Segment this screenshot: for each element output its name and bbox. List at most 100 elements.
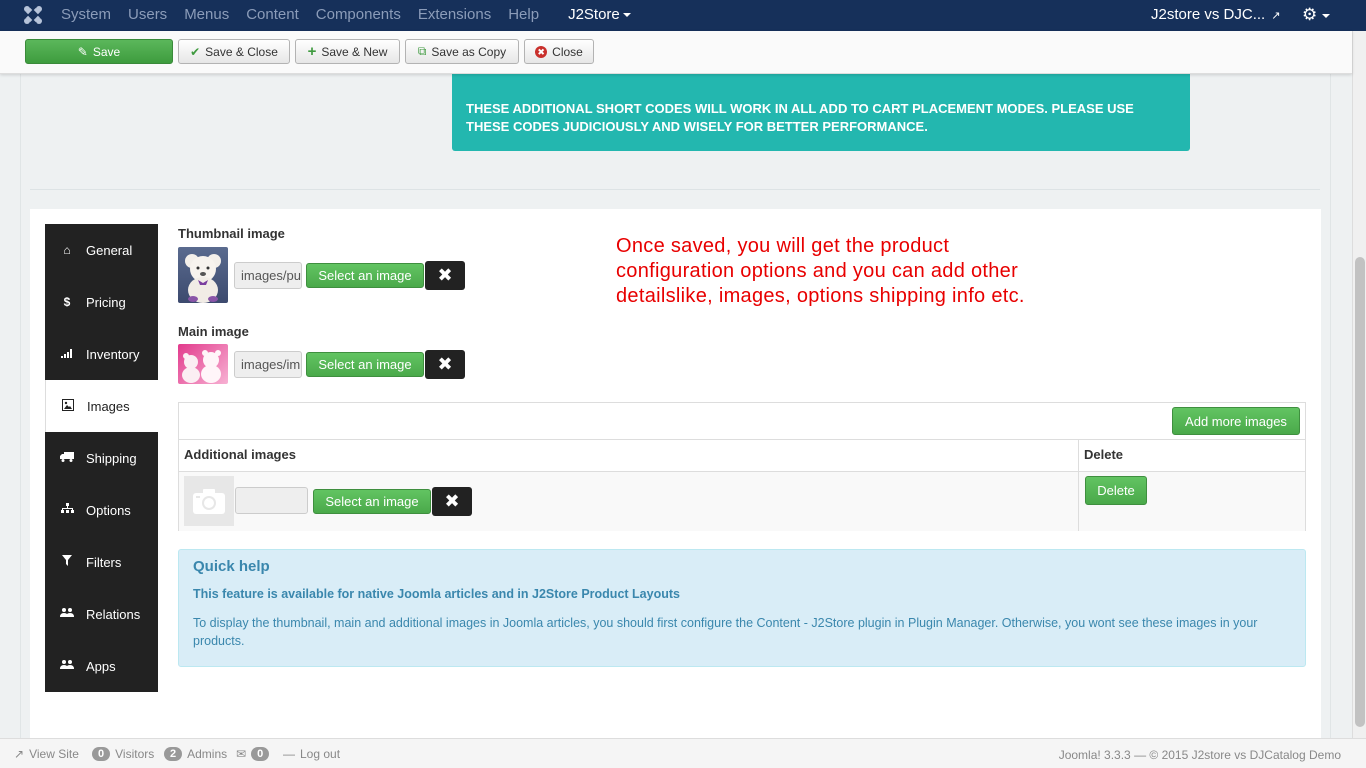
tab-inventory[interactable]: Inventory (45, 328, 158, 380)
view-site-label: View Site (29, 747, 79, 761)
save-close-button[interactable]: ✔ Save & Close (178, 39, 290, 64)
menu-users[interactable]: Users (128, 0, 167, 31)
save-label: Save (92, 44, 121, 59)
column-header-additional-images: Additional images (184, 447, 296, 462)
save-button[interactable]: ✎ Save (25, 39, 173, 64)
tab-label: Relations (86, 606, 141, 622)
tab-label: Images (87, 398, 130, 414)
admins-count: 2 (164, 747, 183, 761)
visitors-count: 0 (92, 747, 111, 761)
admins-label: Admins (187, 747, 228, 761)
additional-images-table: Add more images Additional images Delete… (178, 402, 1306, 531)
menu-menus[interactable]: Menus (184, 0, 229, 31)
scrollbar-thumb[interactable] (1355, 257, 1365, 727)
thumbnail-preview (178, 247, 228, 303)
table-toolbar-row: Add more images (179, 403, 1305, 440)
main-image-path-input[interactable]: images/im (234, 351, 302, 378)
messages-status[interactable]: ✉ 0 (236, 747, 270, 761)
select-additional-image-button[interactable]: Select an image (313, 489, 431, 514)
joomla-logo-icon[interactable] (22, 4, 44, 26)
divider (20, 74, 21, 738)
tab-images[interactable]: Images (45, 380, 158, 432)
save-new-label: Save & New (321, 44, 388, 59)
site-name: J2store vs DJC... (1151, 6, 1266, 23)
tab-general[interactable]: ⌂ General (45, 224, 158, 276)
menu-extensions[interactable]: Extensions (418, 0, 491, 31)
clear-main-image-button[interactable]: ✖ (425, 350, 465, 379)
tab-label: General (86, 242, 133, 258)
delete-image-button[interactable]: Delete (1085, 476, 1147, 505)
main-image-label: Main image (178, 324, 249, 339)
quick-help-box: Quick help This feature is available for… (178, 549, 1306, 667)
truck-icon (60, 451, 74, 465)
menu-j2store-label: J2Store (568, 6, 620, 23)
minus-icon: — (283, 747, 295, 761)
visitors-status: 0 Visitors (92, 747, 154, 761)
settings-menu[interactable]: ⚙ (1302, 5, 1331, 25)
tab-shipping[interactable]: Shipping (45, 432, 158, 484)
save-copy-button[interactable]: ⧉ Save as Copy (405, 39, 519, 64)
plus-icon: + (307, 43, 317, 60)
menu-j2store[interactable]: J2Store (568, 0, 631, 31)
thumbnail-path-input[interactable]: images/pu (234, 262, 302, 289)
shortcode-alert: THESE ADDITIONAL SHORT CODES WILL WORK I… (452, 74, 1190, 151)
tab-filters[interactable]: Filters (45, 536, 158, 588)
users-icon (60, 659, 74, 673)
menu-components[interactable]: Components (316, 0, 401, 31)
thumbnail-image-label: Thumbnail image (178, 226, 285, 241)
teddy-bears-image (182, 350, 221, 383)
chevron-down-icon (622, 13, 631, 18)
close-icon: ✖ (437, 354, 453, 374)
add-more-images-button[interactable]: Add more images (1172, 407, 1300, 435)
close-circle-icon: ✖ (535, 45, 548, 58)
image-placeholder (184, 476, 234, 526)
main-image-preview (178, 344, 228, 384)
tab-pricing[interactable]: $ Pricing (45, 276, 158, 328)
table-row: Select an image ✖ Delete (179, 472, 1305, 531)
save-close-label: Save & Close (205, 44, 278, 59)
close-button[interactable]: ✖ Close (524, 39, 594, 64)
menu-content[interactable]: Content (246, 0, 299, 31)
messages-count: 0 (251, 747, 270, 761)
divider (1330, 74, 1331, 738)
column-header-delete: Delete (1084, 447, 1124, 462)
tab-apps[interactable]: Apps (45, 640, 158, 692)
additional-image-path-input[interactable] (235, 487, 308, 514)
select-thumbnail-button[interactable]: Select an image (306, 263, 424, 288)
copy-icon: ⧉ (417, 44, 427, 58)
close-label: Close (552, 44, 583, 59)
clear-additional-image-button[interactable]: ✖ (432, 487, 472, 516)
envelope-icon: ✉ (236, 747, 247, 761)
product-tabs: ⌂ General $ Pricing Inventory Images Shipp… (45, 224, 158, 692)
divider (1078, 440, 1079, 531)
site-link[interactable]: J2store vs DJC... ↗ (1151, 0, 1280, 31)
users-icon (60, 607, 74, 621)
menu-system[interactable]: System (61, 0, 111, 31)
tab-label: Options (86, 502, 131, 518)
check-icon: ✔ (190, 44, 201, 59)
close-icon: ✖ (437, 265, 453, 285)
quick-help-text: To display the thumbnail, main and addit… (193, 616, 1258, 648)
select-main-image-button[interactable]: Select an image (306, 352, 424, 377)
toolbar: ✎ Save ✔ Save & Close + Save & New ⧉ Save as… (0, 31, 1352, 74)
logout-link[interactable]: — Log out (283, 747, 340, 761)
view-site-link[interactable]: ↗ View Site (14, 747, 79, 761)
save-copy-label: Save as Copy (431, 44, 507, 59)
clear-thumbnail-button[interactable]: ✖ (425, 261, 465, 290)
divider (30, 189, 1320, 190)
tab-options[interactable]: Options (45, 484, 158, 536)
main-menu: System Users Menus Content Components Ex… (61, 0, 648, 31)
tab-label: Filters (86, 554, 122, 570)
tab-label: Inventory (86, 346, 140, 362)
tab-relations[interactable]: Relations (45, 588, 158, 640)
image-icon (61, 398, 75, 414)
external-link-icon: ↗ (1271, 10, 1281, 22)
tab-label: Apps (86, 658, 116, 674)
page-scrollbar[interactable] (1352, 31, 1366, 738)
annotation-note: Once saved, you will get the product con… (616, 235, 1025, 307)
save-new-button[interactable]: + Save & New (295, 39, 400, 64)
status-bar: ↗ View Site 0 Visitors 2 Admins ✉ 0 — Log out… (0, 738, 1366, 768)
dollar-icon: $ (63, 295, 71, 309)
tab-label: Pricing (86, 294, 126, 310)
menu-help[interactable]: Help (508, 0, 539, 31)
